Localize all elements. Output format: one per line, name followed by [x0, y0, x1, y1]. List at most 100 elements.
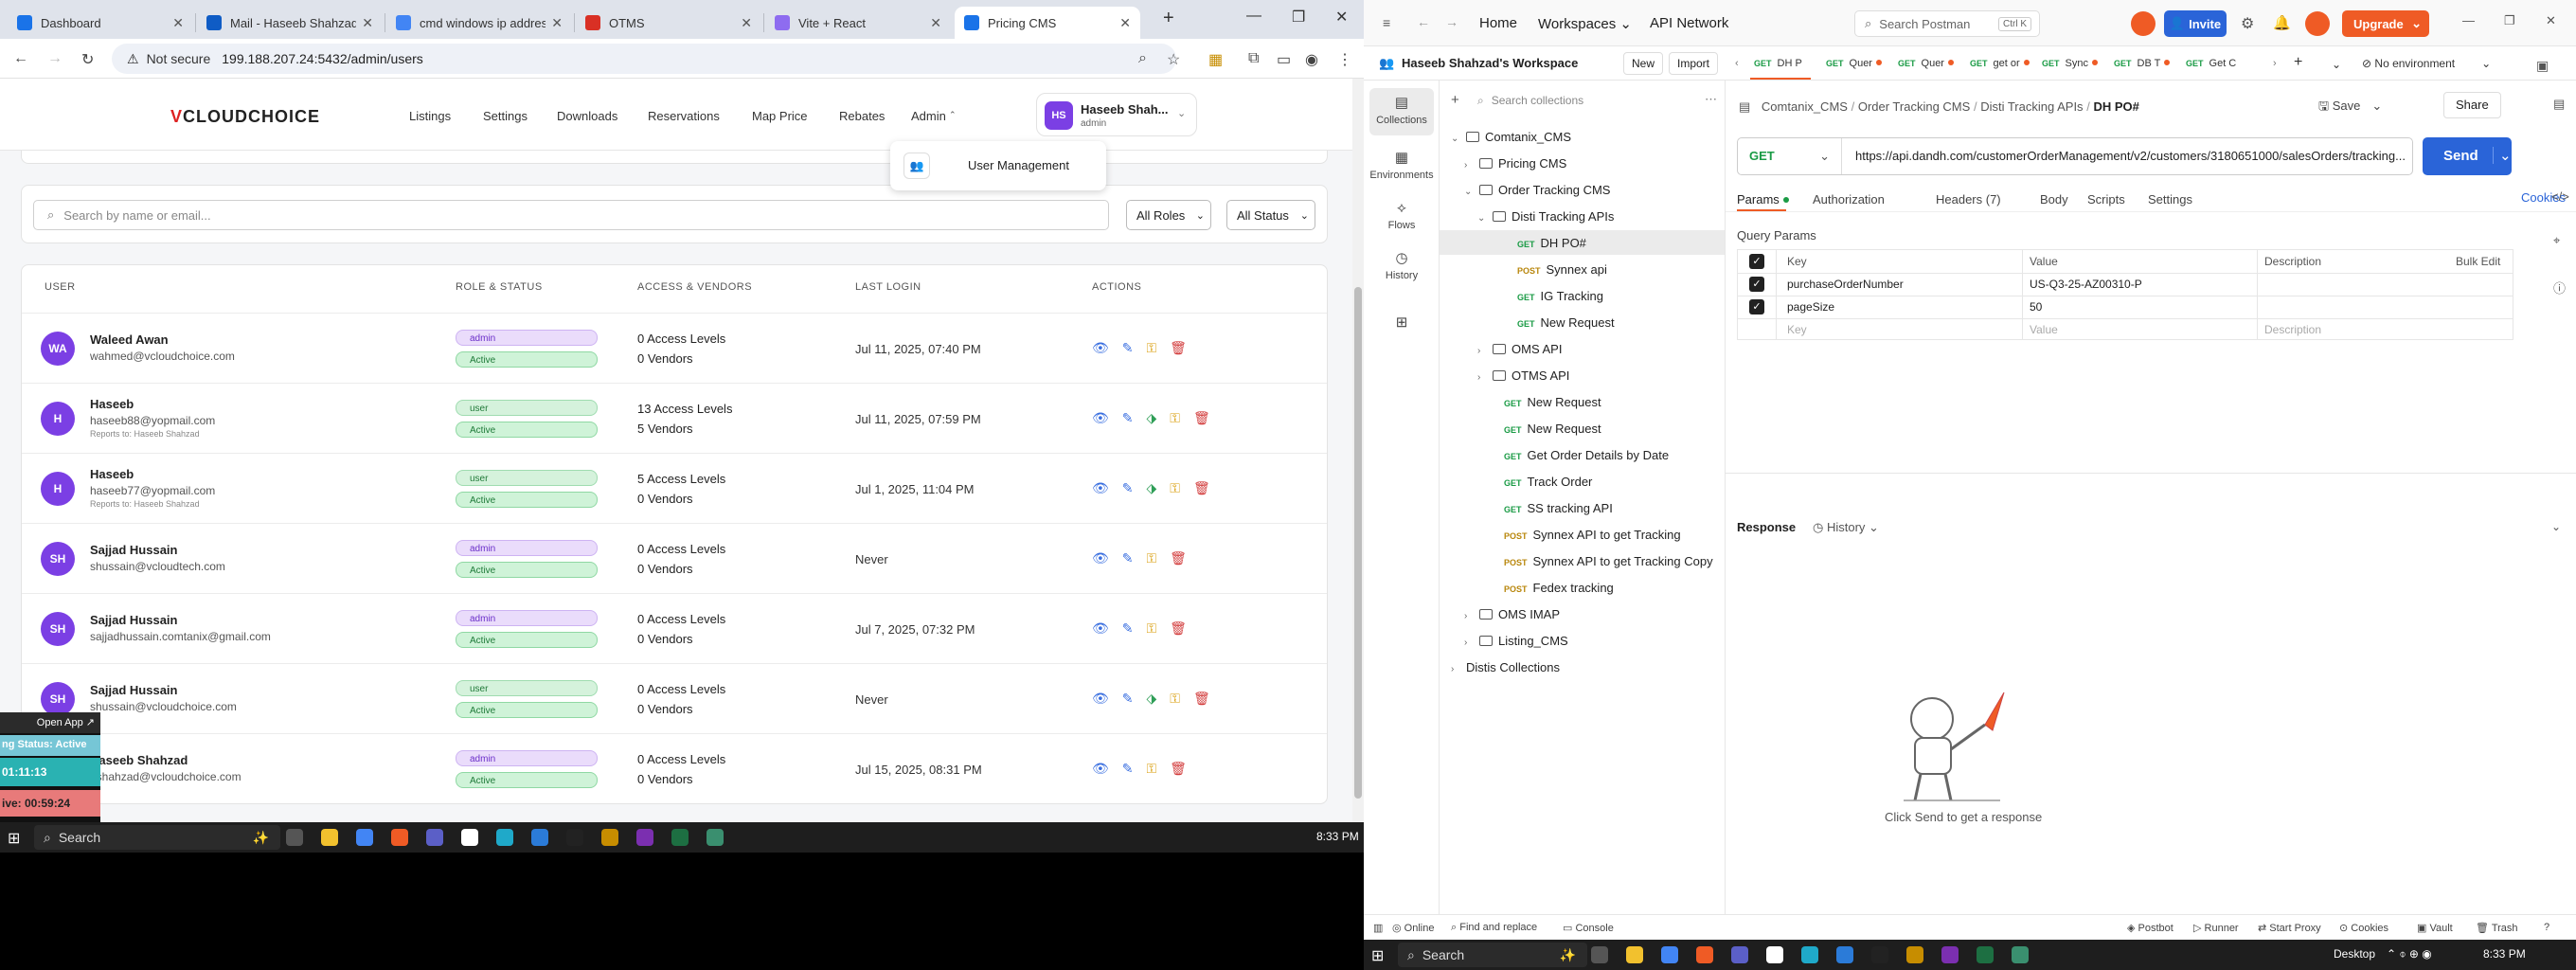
close-tab-icon[interactable]: ✕: [1119, 15, 1131, 31]
close-tab-icon[interactable]: ✕: [172, 15, 184, 31]
menu-icon[interactable]: ≡: [1383, 15, 1390, 30]
folder-item[interactable]: › Distis Collections: [1451, 660, 1560, 674]
send-button[interactable]: Send ⌄: [2423, 137, 2512, 175]
collapse-response-icon[interactable]: ⌄: [2551, 520, 2561, 533]
new-value-input[interactable]: Value: [2030, 323, 2058, 336]
taskbar-app-icon[interactable]: [1661, 946, 1678, 963]
browser-tab[interactable]: OTMS ✕: [576, 7, 761, 39]
folder-item[interactable]: › OMS API: [1477, 342, 1562, 356]
chevron-down-icon[interactable]: ⌄: [1464, 187, 1479, 197]
key-icon[interactable]: ⚿: [1170, 691, 1180, 707]
rail-collections[interactable]: ▤ Collections: [1364, 94, 1440, 126]
edit-icon[interactable]: ✎: [1122, 761, 1134, 777]
view-icon[interactable]: 👁: [1092, 691, 1109, 707]
method-select[interactable]: GET ⌄: [1738, 138, 1842, 174]
zoom-icon[interactable]: ⌕: [1138, 50, 1147, 67]
param-key[interactable]: purchaseOrderNumber: [1787, 278, 1904, 291]
chevron-right-icon[interactable]: ›: [1464, 638, 1479, 648]
request-item[interactable]: GET Track Order: [1477, 475, 1592, 489]
chevron-right-icon[interactable]: ›: [1464, 611, 1479, 621]
share-button[interactable]: Share: [2443, 92, 2501, 118]
new-button[interactable]: New: [1623, 52, 1664, 75]
close-tab-icon[interactable]: ✕: [551, 15, 563, 31]
folder-item[interactable]: ⌄ Order Tracking CMS: [1464, 183, 1610, 197]
role-filter-select[interactable]: All Roles ⌄: [1126, 200, 1211, 230]
param-checkbox[interactable]: ✓: [1749, 299, 1764, 314]
taskbar-app-icon[interactable]: [601, 829, 618, 846]
request-item[interactable]: POST Fedex tracking: [1477, 581, 1614, 595]
settings-gear-icon[interactable]: ⚙: [2241, 14, 2254, 33]
status-online[interactable]: ◎ Online: [1392, 922, 1434, 934]
taskbar-app-icon[interactable]: [531, 829, 548, 846]
back-icon[interactable]: ←: [1417, 14, 1430, 29]
browser-tab[interactable]: Vite + React ✕: [765, 7, 951, 39]
taskbar-app-icon[interactable]: [636, 829, 653, 846]
select-all-checkbox[interactable]: ✓: [1749, 254, 1764, 269]
taskbar-app-icon[interactable]: [671, 829, 689, 846]
url-input[interactable]: https://api.dandh.com/customerOrderManag…: [1855, 149, 2408, 163]
taskbar-app-icon[interactable]: [461, 829, 478, 846]
workspace-name[interactable]: Haseeb Shahzad's Workspace: [1402, 56, 1578, 70]
folder-item[interactable]: › Pricing CMS: [1464, 156, 1566, 171]
taskbar-app-icon[interactable]: [1941, 946, 1959, 963]
taskbar-app-icon[interactable]: [1801, 946, 1818, 963]
windows-start-icon[interactable]: ⊞: [8, 829, 20, 848]
taskbar-app-icon[interactable]: [391, 829, 408, 846]
request-item[interactable]: GET New Request: [1477, 395, 1601, 409]
subtab-scripts[interactable]: Scripts: [2087, 192, 2125, 207]
chevron-right-icon[interactable]: ›: [1464, 160, 1479, 171]
user-search-input[interactable]: ⌕ Search by name or email...: [33, 200, 1109, 230]
edit-icon[interactable]: ✎: [1122, 691, 1134, 707]
nav-settings[interactable]: Settings: [483, 109, 528, 123]
request-tab[interactable]: GET DH P: [1754, 58, 1802, 69]
param-key[interactable]: pageSize: [1787, 300, 1834, 314]
subtab-body[interactable]: Body: [2040, 192, 2068, 207]
view-icon[interactable]: 👁: [1092, 761, 1109, 777]
close-tab-icon[interactable]: ✕: [741, 15, 752, 31]
delete-icon[interactable]: 🗑: [1170, 620, 1187, 637]
param-value[interactable]: US-Q3-25-AZ00310-P: [2030, 278, 2142, 291]
tabs-dropdown-icon[interactable]: ⌄: [2332, 58, 2341, 71]
nav-rebates[interactable]: Rebates: [839, 109, 885, 123]
profile-icon[interactable]: ◉: [1305, 50, 1318, 69]
comments-icon[interactable]: ⌖: [2553, 233, 2560, 248]
chevron-down-icon[interactable]: ⌄: [1477, 213, 1493, 224]
param-value[interactable]: 50: [2030, 300, 2042, 314]
taskbar-app-icon[interactable]: [1731, 946, 1748, 963]
key-icon[interactable]: ⚿: [1170, 480, 1180, 496]
nav-workspaces[interactable]: Workspaces ⌄: [1538, 15, 1632, 32]
minimize-icon[interactable]: —: [2462, 13, 2475, 27]
new-key-input[interactable]: Key: [1787, 323, 1807, 336]
nav-admin[interactable]: Admin: [911, 109, 946, 123]
request-item[interactable]: POST Synnex API to get Tracking: [1477, 528, 1681, 542]
close-window-icon[interactable]: ✕: [1335, 8, 1348, 27]
close-tab-icon[interactable]: ✕: [362, 15, 373, 31]
chevron-down-icon[interactable]: ⌄: [1451, 134, 1466, 144]
close-window-icon[interactable]: ✕: [2546, 13, 2556, 28]
info-icon[interactable]: ⓘ: [2553, 278, 2566, 296]
request-item[interactable]: POST Synnex api: [1491, 262, 1607, 277]
rail-environments[interactable]: ▦ Environments: [1364, 149, 1440, 181]
view-icon[interactable]: 👁: [1092, 480, 1109, 496]
extensions-puzzle-icon[interactable]: ⧉: [1248, 50, 1259, 67]
close-tab-icon[interactable]: ✕: [930, 15, 941, 31]
back-icon[interactable]: ←: [13, 50, 28, 67]
taskbar-app-icon[interactable]: [1766, 946, 1783, 963]
status-postbot[interactable]: ◈ Postbot: [2127, 922, 2174, 934]
taskbar-app-icon[interactable]: [566, 829, 583, 846]
browser-tab[interactable]: Dashboard ✕: [8, 7, 193, 39]
request-item[interactable]: POST Synnex API to get Tracking Copy: [1477, 554, 1713, 568]
delete-icon[interactable]: 🗑: [1193, 410, 1210, 426]
forward-icon[interactable]: →: [47, 50, 63, 67]
restore-icon[interactable]: ❐: [1292, 8, 1305, 27]
taskbar-app-icon[interactable]: [1696, 946, 1713, 963]
param-header[interactable]: Bulk Edit: [2456, 255, 2500, 268]
tabs-back-icon[interactable]: ‹: [1735, 58, 1739, 69]
browser-tab[interactable]: Pricing CMS ✕: [955, 7, 1140, 39]
import-button[interactable]: Import: [1669, 52, 1719, 75]
new-tab-button[interactable]: +: [1163, 8, 1174, 29]
tray-icons[interactable]: ⌃ ⌽ ⊕ ◉: [2387, 947, 2432, 961]
address-bar[interactable]: ⚠ Not secure 199.188.207.24:5432/admin/u…: [112, 44, 1176, 74]
request-tab[interactable]: GET DB T: [2114, 58, 2171, 69]
taskbar-app-icon[interactable]: [1977, 946, 1994, 963]
